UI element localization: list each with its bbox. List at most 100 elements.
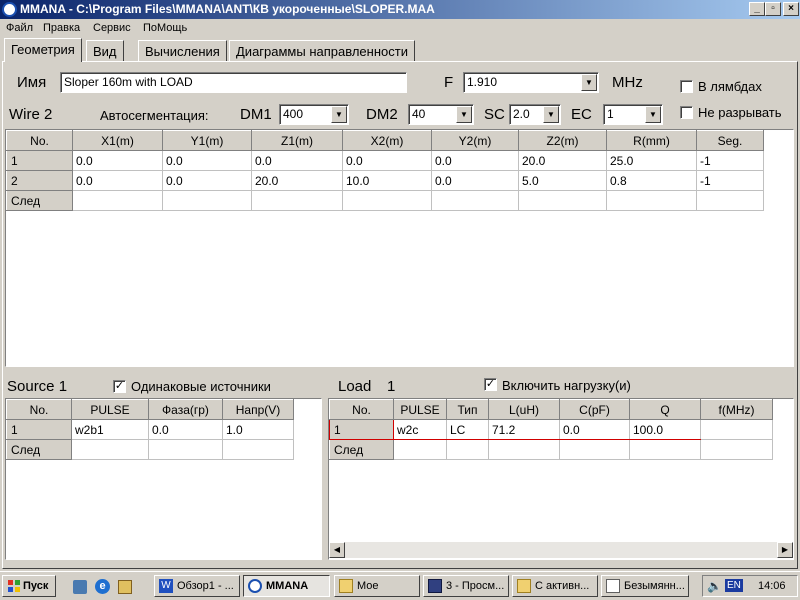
sc-dropdown[interactable]: 2.0 ▼	[509, 104, 561, 125]
show-desktop-icon[interactable]	[73, 580, 87, 594]
chevron-down-icon[interactable]: ▼	[331, 106, 347, 123]
scroll-left-icon[interactable]: ◀	[329, 542, 345, 558]
grid-cell[interactable]: 0.0	[72, 150, 163, 171]
quick-launch-icon[interactable]	[118, 580, 132, 594]
grid-cell[interactable]	[629, 439, 701, 460]
menu-service[interactable]: Сервис	[93, 22, 131, 34]
row-number[interactable]: 1	[6, 419, 72, 440]
column-header[interactable]: L(uH)	[488, 399, 560, 420]
speaker-icon[interactable]: 🔈	[707, 579, 722, 593]
maximize-button[interactable]: ▫	[765, 2, 781, 16]
column-header[interactable]: f(MHz)	[700, 399, 773, 420]
grid-cell[interactable]: 0.0	[431, 170, 519, 191]
column-header[interactable]: No.	[6, 399, 72, 420]
grid-cell[interactable]: 0.0	[148, 419, 223, 440]
wires-grid[interactable]: No. X1(m) Y1(m) Z1(m) X2(m) Y2(m) Z2(m) …	[5, 129, 794, 367]
enable-load-checkbox[interactable]: ✓	[484, 378, 497, 391]
grid-cell[interactable]: 0.0	[162, 150, 252, 171]
grid-cell[interactable]: w2c	[393, 419, 447, 440]
grid-cell[interactable]	[148, 439, 223, 460]
dm2-dropdown[interactable]: 40 ▼	[408, 104, 474, 125]
menu-edit[interactable]: Правка	[43, 22, 80, 34]
grid-cell[interactable]	[700, 439, 773, 460]
name-input[interactable]: Sloper 160m with LOAD	[60, 72, 407, 93]
grid-cell[interactable]: 0.0	[431, 150, 519, 171]
column-header[interactable]: Z2(m)	[518, 130, 607, 151]
grid-cell[interactable]: 0.0	[559, 419, 630, 440]
taskbar-item-untitled[interactable]: Безымянн...	[601, 575, 689, 597]
column-header[interactable]: Y2(m)	[431, 130, 519, 151]
load-horizontal-scrollbar[interactable]: ◀ ▶	[329, 542, 793, 558]
scroll-right-icon[interactable]: ▶	[777, 542, 793, 558]
grid-cell[interactable]	[72, 190, 163, 211]
load-grid[interactable]: No. PULSE Тип L(uH) C(pF) Q f(MHz) 1 w2c…	[328, 398, 794, 560]
internet-explorer-icon[interactable]: e	[95, 579, 110, 594]
grid-cell[interactable]: w2b1	[71, 419, 149, 440]
column-header[interactable]: C(pF)	[559, 399, 630, 420]
grid-cell[interactable]: 0.0	[162, 170, 252, 191]
next-row-label[interactable]: След	[6, 190, 73, 211]
grid-cell[interactable]: -1	[696, 150, 764, 171]
column-header[interactable]: R(mm)	[606, 130, 697, 151]
grid-cell[interactable]: 0.8	[606, 170, 697, 191]
grid-cell[interactable]: 100.0	[629, 419, 701, 440]
column-header[interactable]: Фаза(гр)	[148, 399, 223, 420]
tab-calculations[interactable]: Вычисления	[138, 40, 227, 62]
next-row-label[interactable]: След	[329, 439, 394, 460]
column-header[interactable]: Seg.	[696, 130, 764, 151]
row-number[interactable]: 1	[6, 150, 73, 171]
ec-dropdown[interactable]: 1 ▼	[603, 104, 663, 125]
grid-cell[interactable]: LC	[446, 419, 489, 440]
grid-cell[interactable]	[606, 190, 697, 211]
column-header[interactable]: X2(m)	[342, 130, 432, 151]
column-header[interactable]: Напр(V)	[222, 399, 294, 420]
column-header[interactable]: X1(m)	[72, 130, 163, 151]
menu-file[interactable]: Файл	[6, 22, 33, 34]
grid-cell[interactable]	[696, 190, 764, 211]
source-grid[interactable]: No. PULSE Фаза(гр) Напр(V) 1 w2b1 0.0 1.…	[5, 398, 322, 560]
tab-geometry[interactable]: Геометрия	[4, 38, 82, 62]
taskbar-item-review[interactable]: W Обзор1 - ...	[154, 575, 240, 597]
clock[interactable]: 14:06	[758, 580, 786, 592]
grid-cell[interactable]: -1	[696, 170, 764, 191]
column-header[interactable]: PULSE	[71, 399, 149, 420]
in-lambdas-checkbox[interactable]	[680, 80, 693, 93]
taskbar-item-active[interactable]: С активн...	[512, 575, 598, 597]
column-header[interactable]: Y1(m)	[162, 130, 252, 151]
mmana-app-icon[interactable]	[2, 2, 17, 17]
column-header[interactable]: Тип	[446, 399, 489, 420]
grid-cell[interactable]: 25.0	[606, 150, 697, 171]
grid-cell[interactable]	[393, 439, 447, 460]
grid-cell[interactable]: 71.2	[488, 419, 560, 440]
close-button[interactable]: ×	[783, 2, 799, 16]
next-row-label[interactable]: След	[6, 439, 72, 460]
grid-cell[interactable]	[431, 190, 519, 211]
grid-cell[interactable]	[446, 439, 489, 460]
dm1-dropdown[interactable]: 400 ▼	[279, 104, 349, 125]
column-header[interactable]: PULSE	[393, 399, 447, 420]
grid-cell[interactable]: 10.0	[342, 170, 432, 191]
chevron-down-icon[interactable]: ▼	[581, 74, 597, 91]
grid-cell[interactable]: 1.0	[222, 419, 294, 440]
row-number[interactable]: 1	[329, 419, 394, 440]
grid-cell[interactable]	[71, 439, 149, 460]
column-header[interactable]: No.	[329, 399, 394, 420]
grid-cell[interactable]	[488, 439, 560, 460]
grid-cell[interactable]	[518, 190, 607, 211]
chevron-down-icon[interactable]: ▼	[543, 106, 559, 123]
start-button[interactable]: Пуск	[2, 575, 56, 597]
grid-cell[interactable]	[251, 190, 343, 211]
grid-cell[interactable]	[700, 419, 773, 440]
grid-cell[interactable]: 20.0	[251, 170, 343, 191]
no-break-checkbox[interactable]	[680, 106, 693, 119]
taskbar-item-viewer[interactable]: 3 - Просм...	[423, 575, 509, 597]
grid-cell[interactable]: 0.0	[72, 170, 163, 191]
minimize-button[interactable]: _	[749, 2, 765, 16]
tab-view[interactable]: Вид	[86, 40, 124, 62]
grid-cell[interactable]	[342, 190, 432, 211]
tab-patterns[interactable]: Диаграммы направленности	[229, 40, 415, 62]
grid-cell[interactable]: 20.0	[518, 150, 607, 171]
grid-cell[interactable]	[559, 439, 630, 460]
chevron-down-icon[interactable]: ▼	[456, 106, 472, 123]
same-sources-checkbox[interactable]: ✓	[113, 380, 126, 393]
